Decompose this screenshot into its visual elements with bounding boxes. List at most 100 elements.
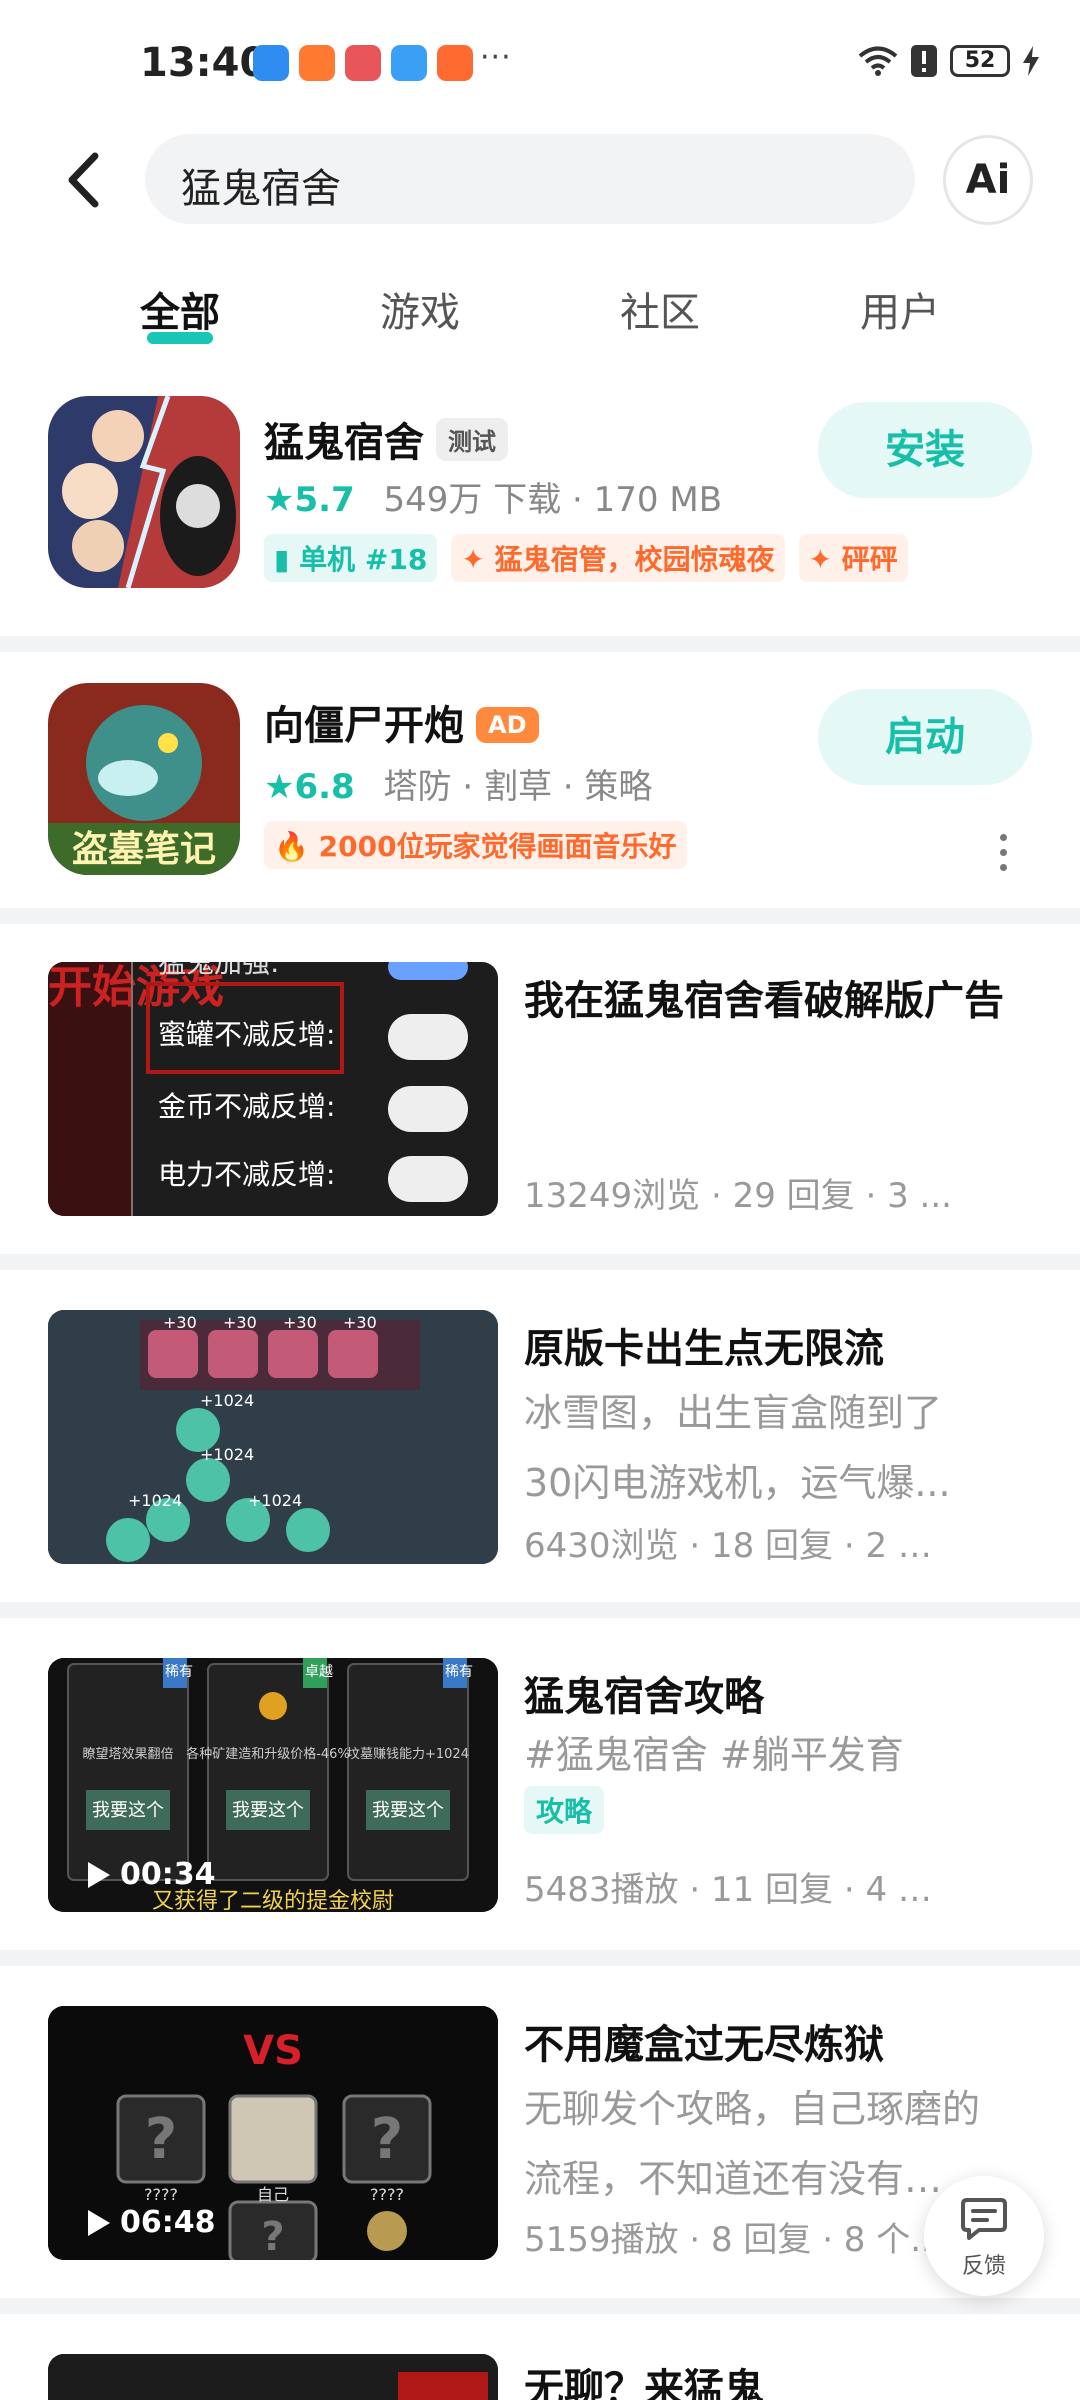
ad-badge: AD	[476, 707, 539, 743]
status-bar: 13:40 ··· 52	[0, 0, 1080, 120]
app-meta: ★5.7 549万 下载 · 170 MB	[264, 472, 722, 521]
app-result-row[interactable]: 盗墓笔记 向僵尸开炮 AD ★6.8 塔防 · 割草 · 策略 🔥 2000位玩家…	[0, 683, 1080, 879]
video-duration: 00:34	[88, 1857, 216, 1892]
tab-games[interactable]: 游戏	[320, 280, 520, 338]
tab-users[interactable]: 用户	[800, 280, 1000, 338]
post-card[interactable]: VS ? ? ? ???? 自己 ???? 06:48 不用魔盒过无尽炼狱 无聊…	[0, 2006, 1080, 2260]
svg-text:我要这个: 我要这个	[92, 1800, 164, 1821]
svg-text:我要这个: 我要这个	[232, 1800, 304, 1821]
svg-text:+1024: +1024	[200, 1445, 254, 1464]
tab-all[interactable]: 全部	[80, 280, 280, 344]
wifi-icon	[858, 46, 898, 76]
svg-text:猛鬼加强:: 猛鬼加强:	[158, 962, 279, 979]
svg-text:自己: 自己	[257, 2185, 289, 2204]
post-stats: 5483播放 · 11 回复 · 4 个...	[524, 1870, 964, 1910]
post-card[interactable]: 稀有 卓越 稀有 瞭望塔效果翻倍 各种矿建造和升级价格-46% 坟墓赚钱能力+1…	[0, 1658, 1080, 1912]
svg-text:稀有: 稀有	[445, 1664, 473, 1680]
post-title: 不用魔盒过无尽炼狱	[524, 2022, 884, 2068]
separator	[0, 636, 1080, 652]
post-thumbnail: +30 +30 +30 +30 +1024 +1024 +1024 +1024	[48, 1310, 498, 1564]
post-excerpt: 30闪电游戏机，运气爆...	[524, 1461, 951, 1505]
feedback-label: 反馈	[961, 2254, 1006, 2279]
active-tab-indicator	[147, 332, 213, 344]
charging-icon	[1023, 46, 1039, 76]
svg-text:+1024: +1024	[128, 1491, 182, 1510]
app-rating: 6.8	[294, 767, 355, 807]
photos-app-icon	[299, 45, 335, 81]
post-title: 猛鬼宿舍攻略	[524, 1674, 764, 1720]
app-tag[interactable]: ✦ 猛鬼宿管，校园惊魂夜	[451, 534, 785, 582]
app-meta: ★6.8 塔防 · 割草 · 策略	[264, 759, 652, 808]
svg-text:坟墓赚钱能力+1024: 坟墓赚钱能力+1024	[347, 1746, 469, 1762]
feedback-icon	[961, 2198, 1007, 2240]
svg-text:+30: +30	[223, 1313, 257, 1332]
tab-community[interactable]: 社区	[560, 280, 760, 338]
app-title: 猛鬼宿舍 测试	[264, 410, 508, 468]
app-tag[interactable]: ▮ 单机 #18	[264, 534, 438, 582]
separator	[0, 1254, 1080, 1270]
result-tabs: 全部 游戏 社区 用户	[0, 280, 1080, 350]
alert-icon	[911, 45, 937, 77]
cloud-app-icon	[391, 45, 427, 81]
player-opinion-tag[interactable]: 🔥 2000位玩家觉得画面音乐好	[264, 821, 687, 869]
svg-text:稀有: 稀有	[165, 1664, 193, 1680]
svg-text:????: ????	[144, 2185, 178, 2204]
post-title: 无聊？来猛鬼	[524, 2366, 764, 2400]
post-excerpt: 冰雪图，出生盲盒随到了	[524, 1391, 943, 1435]
play-icon	[88, 2209, 110, 2236]
search-query: 猛鬼宿舍	[181, 166, 341, 212]
system-icons: 52	[858, 44, 1040, 78]
star-icon: ★	[264, 767, 295, 807]
svg-text:+30: +30	[343, 1313, 377, 1332]
svg-text:电力不减反增:: 电力不减反增:	[158, 1158, 335, 1191]
post-card[interactable]: 无聊？来猛鬼	[0, 2354, 1080, 2400]
svg-text:卓越: 卓越	[305, 1664, 333, 1680]
battery-indicator: 52	[950, 45, 1010, 77]
svg-text:+30: +30	[283, 1313, 317, 1332]
svg-text:我要这个: 我要这个	[372, 1800, 444, 1821]
svg-text:+1024: +1024	[200, 1391, 254, 1410]
app-tag[interactable]: ✦ 砰砰	[798, 534, 908, 582]
post-stats: 5159播放 · 8 回复 · 8 个...	[524, 2220, 943, 2260]
post-stats: 6430浏览 · 18 回复 · 2 个...	[524, 1526, 964, 1566]
more-notifications-icon: ···	[480, 40, 512, 75]
separator	[0, 1950, 1080, 1966]
launch-button[interactable]: 启动	[818, 689, 1032, 785]
post-category-tag[interactable]: 攻略	[524, 1786, 605, 1834]
feedback-button[interactable]: 反馈	[924, 2176, 1044, 2296]
post-stats: 13249浏览 · 29 回复 · 3 ...	[524, 1176, 952, 1216]
ai-assistant-button[interactable]: Ai	[943, 135, 1033, 225]
app-tags: 🔥 2000位玩家觉得画面音乐好	[264, 821, 687, 869]
install-button[interactable]: 安装	[818, 402, 1032, 498]
svg-text:盗墓笔记: 盗墓笔记	[72, 829, 216, 870]
app-tags: ▮ 单机 #18 ✦ 猛鬼宿管，校园惊魂夜 ✦ 砰砰	[264, 534, 908, 582]
app-icon	[48, 396, 240, 588]
post-hashtags: #猛鬼宿舍 #躺平发育	[524, 1733, 904, 1777]
star-icon: ★	[264, 480, 295, 520]
back-arrow-icon[interactable]	[60, 150, 110, 210]
video-thumbnail: VS ? ? ? ???? 自己 ???? 06:48	[48, 2006, 498, 2260]
post-card[interactable]: 开始游戏 猛鬼加强: 蜜罐不减反增: 金币不减反增: 电力不减反增: 我在猛鬼宿…	[0, 962, 1080, 1216]
svg-text:蜜罐不减反增:: 蜜罐不减反增:	[158, 1018, 335, 1051]
app-result-row[interactable]: 猛鬼宿舍 测试 ★5.7 549万 下载 · 170 MB ▮ 单机 #18 ✦ …	[0, 396, 1080, 592]
post-excerpt: 流程，不知道还有没有优...	[524, 2157, 964, 2201]
post-title: 我在猛鬼宿舍看破解版广告	[524, 978, 1004, 1024]
svg-text:?: ?	[145, 2107, 177, 2172]
search-input[interactable]: 猛鬼宿舍	[145, 134, 915, 224]
separator	[0, 2298, 1080, 2314]
app-genres: 塔防 · 割草 · 策略	[383, 767, 653, 807]
post-card[interactable]: +30 +30 +30 +30 +1024 +1024 +1024 +1024 …	[0, 1310, 1080, 1566]
post-thumbnail: 开始游戏 猛鬼加强: 蜜罐不减反增: 金币不减反增: 电力不减反增:	[48, 962, 498, 1216]
huawei-app-icon	[345, 45, 381, 81]
svg-text:?: ?	[371, 2107, 403, 2172]
svg-text:?: ?	[261, 2214, 284, 2260]
more-options-icon[interactable]	[1000, 834, 1010, 879]
separator	[0, 1602, 1080, 1618]
app-rating: 5.7	[294, 480, 355, 520]
app-title: 向僵尸开炮 AD	[264, 693, 539, 751]
test-badge: 测试	[436, 418, 508, 461]
weather-app-icon	[253, 45, 289, 81]
app-icon: 盗墓笔记	[48, 683, 240, 875]
svg-text:+1024: +1024	[248, 1491, 302, 1510]
svg-text:金币不减反增:: 金币不减反增:	[158, 1090, 335, 1123]
